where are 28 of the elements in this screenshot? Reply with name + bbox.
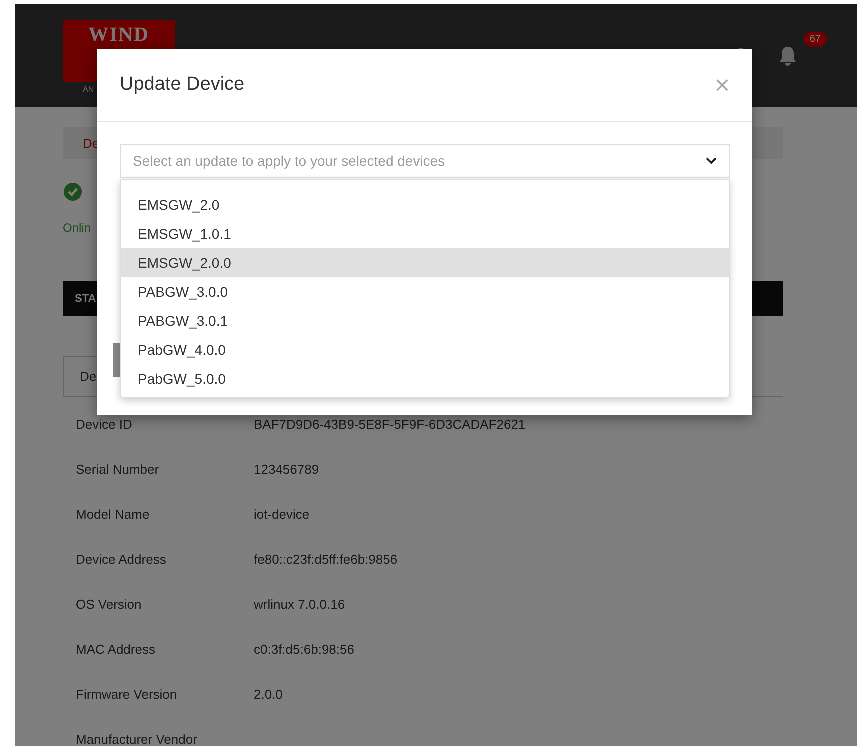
notification-count: 67	[804, 32, 827, 47]
detail-value: wrlinux 7.0.0.16	[254, 597, 346, 612]
detail-value: 123456789	[254, 462, 320, 477]
status-text: Onlin	[63, 221, 92, 235]
dropdown-option[interactable]: PABGW_3.0.1	[121, 306, 729, 335]
dropdown-option[interactable]: EMSGW_2.0	[121, 190, 729, 219]
detail-value: iot-device	[254, 507, 310, 522]
dropdown-option[interactable]: PabGW_4.0.0	[121, 335, 729, 364]
detail-label: Model Name	[76, 507, 151, 522]
detail-label: Firmware Version	[76, 687, 178, 702]
dropdown-option[interactable]: EMSGW_2.0.0	[121, 248, 729, 277]
logo-tagline: AN	[83, 85, 94, 94]
detail-value: fe80::c23f:d5ff:fe6b:9856	[254, 552, 398, 567]
detail-label: MAC Address	[76, 642, 156, 657]
detail-value: 2.0.0	[254, 687, 283, 702]
chevron-icon	[706, 157, 717, 165]
detail-label: Device ID	[76, 417, 134, 432]
dropdown-option[interactable]: PabGW_5.0.0	[121, 364, 729, 393]
detail-label: OS Version	[76, 597, 143, 612]
detail-label: Device Address	[76, 552, 168, 567]
dropdown-option[interactable]: EMSGW_1.0.1	[121, 219, 729, 248]
bell-icon[interactable]	[779, 46, 797, 66]
detail-value: BAF7D9D6-43B9-5E8F-5F9F-6D3CADAF2621	[254, 417, 526, 432]
detail-label: Manufacturer Vendor	[76, 732, 198, 746]
detail-label: Serial Number	[76, 462, 160, 477]
check-circle-icon	[64, 183, 82, 201]
detail-value: c0:3f:d5:6b:98:56	[254, 642, 354, 657]
dropdown-option[interactable]: PABGW_3.0.0	[121, 277, 729, 306]
